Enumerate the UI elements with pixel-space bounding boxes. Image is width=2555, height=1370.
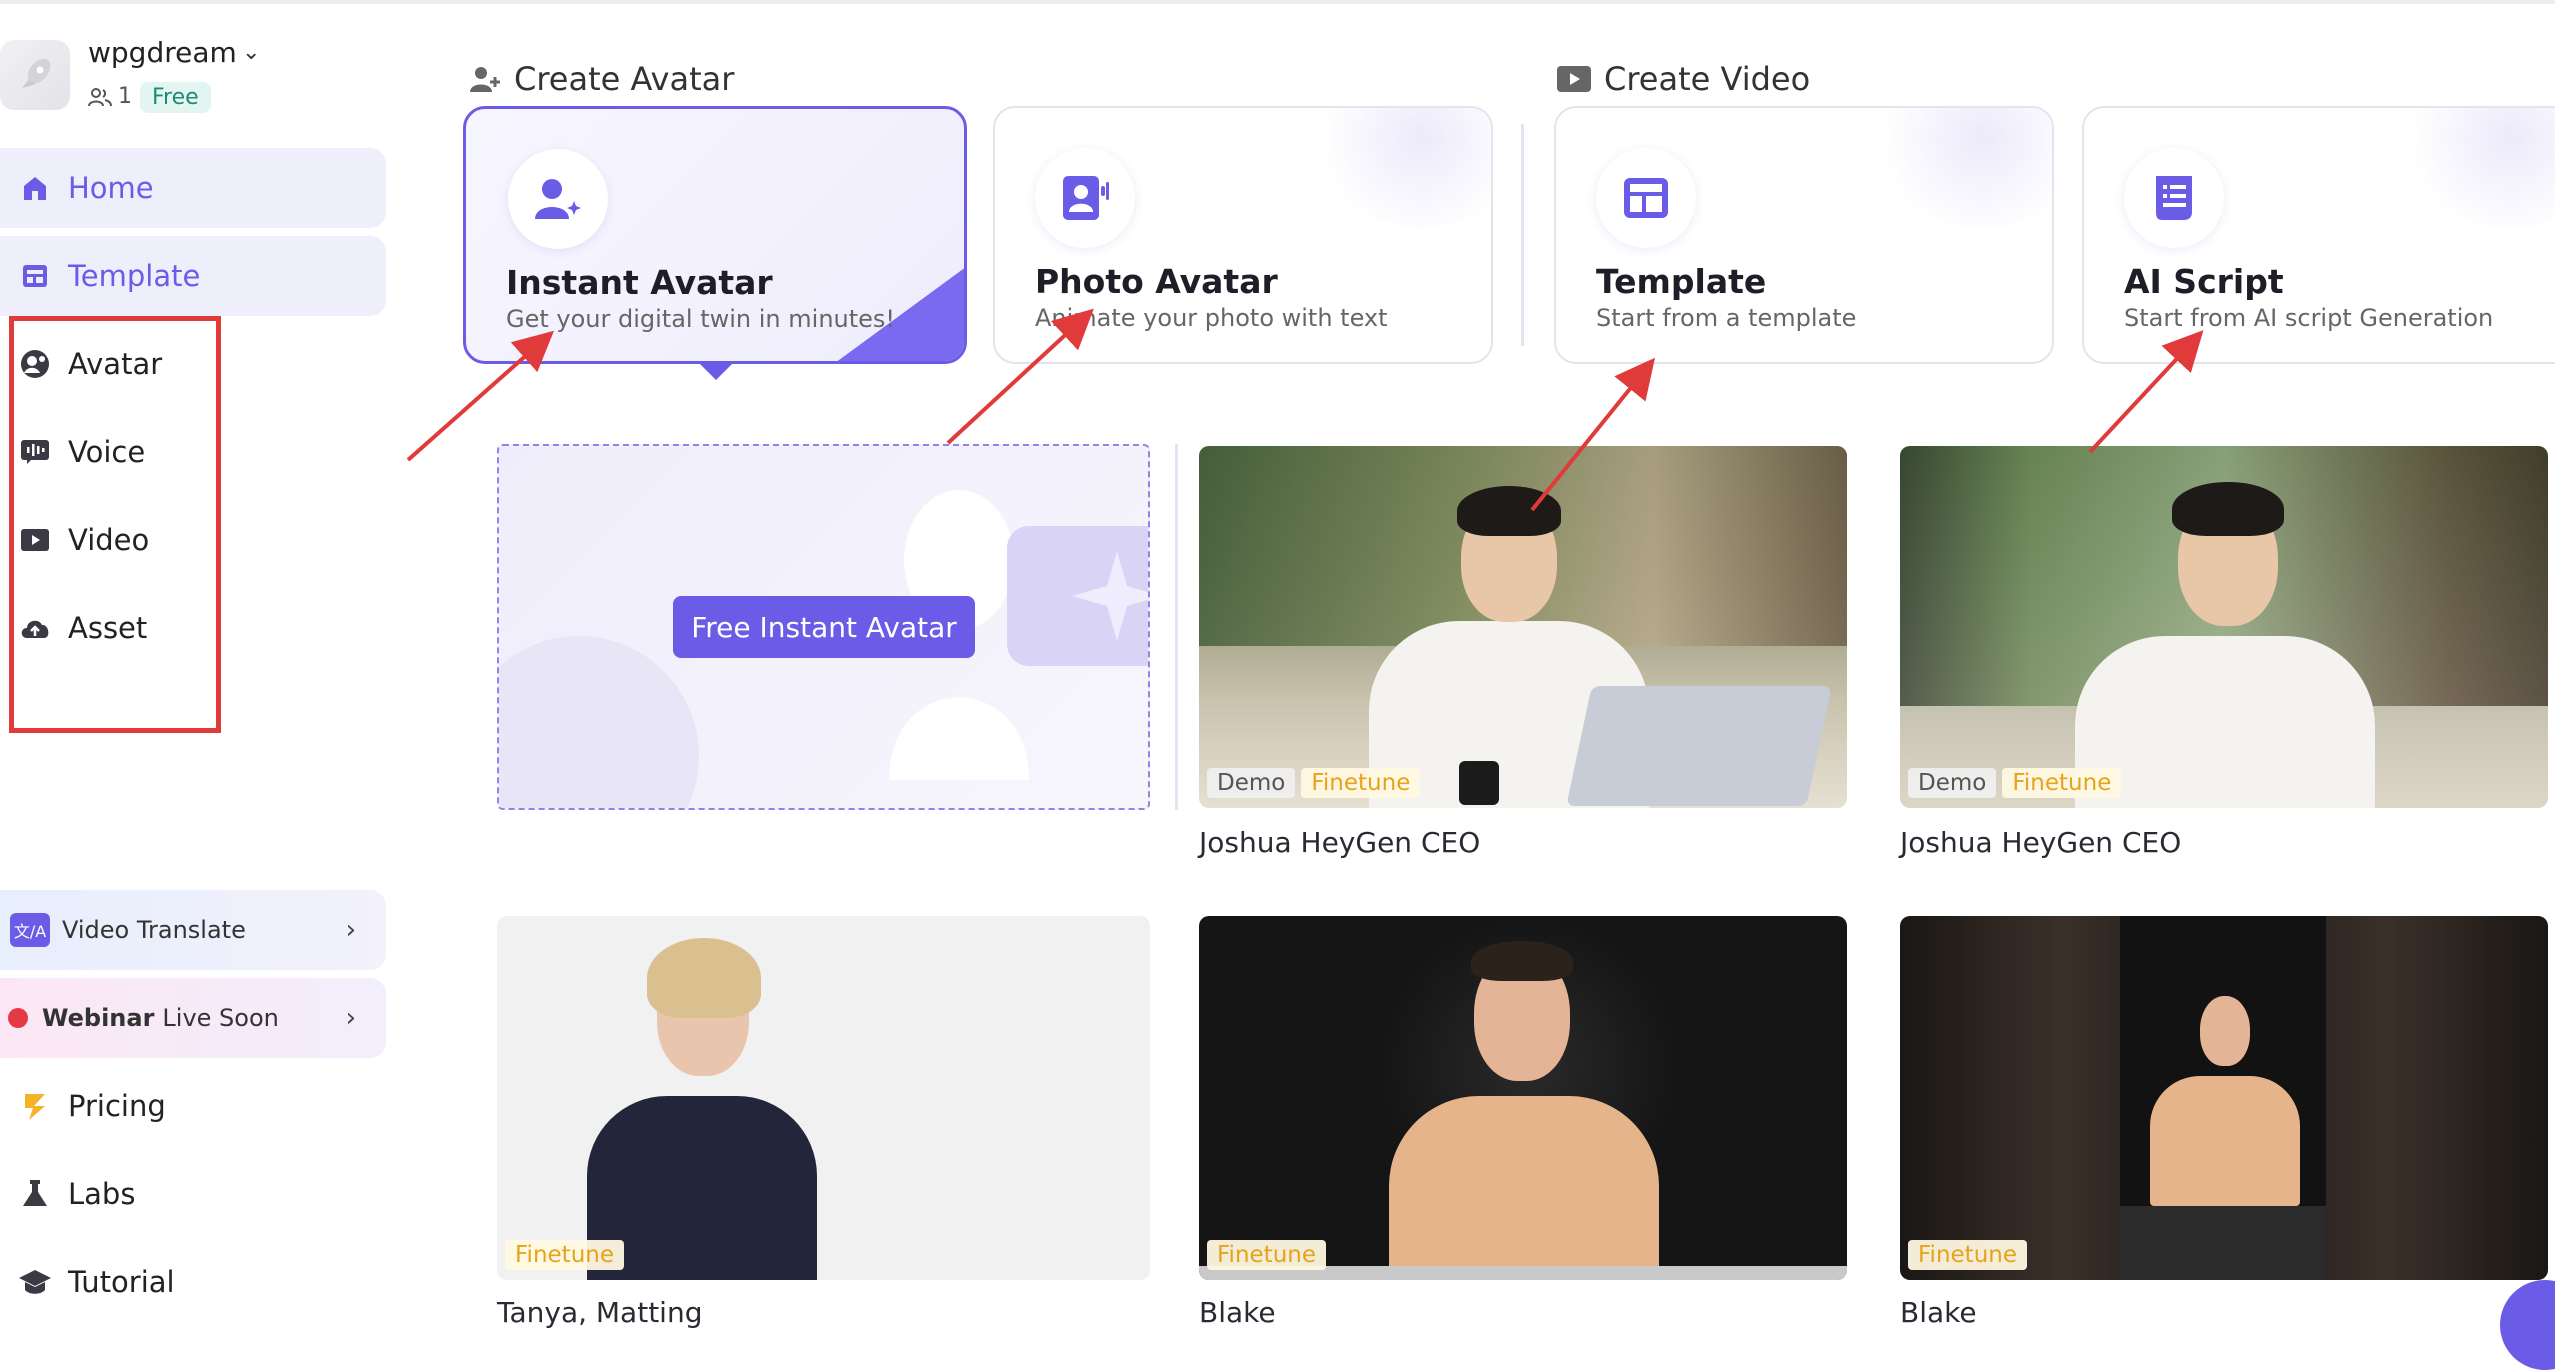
annotation-arrow <box>406 330 554 462</box>
annotation-arrow <box>946 308 1094 445</box>
annotation-arrow <box>1530 357 1656 512</box>
annotation-arrow <box>2088 330 2204 454</box>
annotation-arrows <box>406 308 2204 512</box>
